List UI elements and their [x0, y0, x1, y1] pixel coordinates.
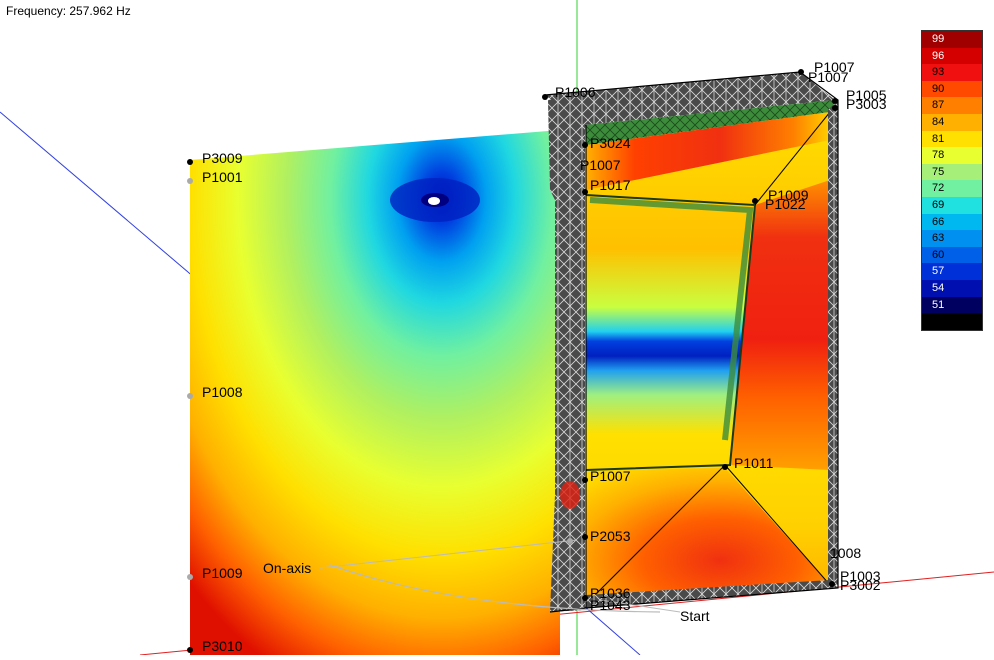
marker-p1009[interactable] — [187, 574, 193, 580]
legend-swatch — [922, 163, 982, 181]
legend-swatch — [922, 280, 982, 297]
label-p3009: P3009 — [202, 150, 243, 166]
3d-viewport[interactable]: P3009 P1001 P1008 P1009 P3010 P1006 P100… — [0, 0, 994, 656]
label-p1022: P1022 — [765, 196, 806, 212]
legend-swatch — [922, 197, 982, 214]
label-p1006: P1006 — [555, 84, 596, 100]
label-p1001: P1001 — [202, 169, 243, 185]
label-p1017: P1017 — [590, 177, 631, 193]
marker-p1011[interactable] — [722, 464, 728, 470]
legend-tick-label: 78 — [932, 149, 945, 162]
legend-tick-label: 87 — [932, 99, 945, 112]
legend-tick-label: 75 — [932, 165, 945, 178]
label-on-axis: On-axis — [263, 560, 311, 576]
label-p3010: P3010 — [202, 638, 243, 654]
label-p3002: P3002 — [840, 577, 881, 593]
cabinet-right-mesh — [828, 100, 838, 585]
legend-swatch — [922, 246, 982, 264]
legend-swatch — [922, 31, 982, 48]
legend-swatch — [922, 47, 982, 65]
legend-swatch — [922, 64, 982, 81]
legend-tick-label: 81 — [932, 132, 945, 145]
legend-tick-label: 63 — [932, 232, 945, 245]
legend-swatch — [922, 263, 982, 280]
frequency-readout: Frequency: 257.962 Hz — [6, 4, 131, 18]
legend-tick-label: 69 — [932, 199, 945, 211]
marker-p3044[interactable] — [582, 142, 588, 148]
legend-tick-label: 54 — [932, 282, 945, 294]
label-p3003: P3003 — [846, 96, 887, 112]
legend-tick-label: 93 — [932, 66, 945, 79]
label-p3044: P3024 — [590, 135, 631, 151]
marker-p1006[interactable] — [542, 94, 548, 100]
legend-bottom-swatch — [922, 313, 982, 330]
legend-tick-label: 90 — [932, 82, 945, 95]
pressure-field-plane — [190, 130, 560, 655]
legend-tick-label: 96 — [932, 49, 945, 62]
marker-p1036[interactable] — [582, 595, 588, 601]
legend-swatch — [922, 97, 982, 114]
marker-p1003[interactable] — [829, 581, 835, 587]
marker-p1005[interactable] — [832, 98, 838, 104]
z-axis-line — [0, 111, 196, 279]
marker-p3003[interactable] — [832, 105, 838, 111]
label-p1043: P1043 — [590, 597, 631, 613]
legend-swatch — [922, 180, 982, 197]
label-p1008: P1008 — [202, 384, 243, 400]
legend-tick-label: 84 — [932, 116, 945, 128]
marker-on-axis[interactable] — [567, 538, 573, 544]
legend-swatch — [922, 130, 982, 148]
legend-swatch — [922, 213, 982, 231]
label-p1007-top-b: P1007 — [808, 69, 849, 85]
label-p1009: P1009 — [202, 565, 243, 581]
marker-p1001[interactable] — [187, 178, 193, 184]
marker-p3009[interactable] — [187, 159, 193, 165]
legend-swatch — [922, 296, 982, 314]
marker-p1022[interactable] — [752, 198, 758, 204]
marker-p1008-right[interactable] — [582, 477, 588, 483]
legend-tick-label: 57 — [932, 265, 945, 278]
marker-p1008[interactable] — [187, 393, 193, 399]
label-p1007-mid: P1007 — [580, 157, 621, 173]
label-start: Start — [680, 608, 710, 624]
legend-swatch — [922, 114, 982, 131]
pressure-minimum-hole — [428, 197, 440, 205]
legend-tick-label: 99 — [932, 33, 945, 45]
legend-swatch — [922, 80, 982, 98]
label-p1008-br: 1008 — [830, 545, 861, 561]
scene-svg[interactable]: P3009 P1001 P1008 P1009 P3010 P1006 P100… — [0, 0, 994, 656]
label-p1008-right: P1007 — [590, 468, 631, 484]
label-p2053: P2053 — [590, 528, 631, 544]
marker-p3010[interactable] — [187, 647, 193, 653]
marker-p1017[interactable] — [582, 189, 588, 195]
marker-p1007-top[interactable] — [798, 69, 804, 75]
legend-tick-label: 66 — [932, 215, 945, 228]
legend-tick-label: 60 — [932, 248, 945, 261]
legend-tick-label: 72 — [932, 182, 945, 195]
baffle-hotspot — [560, 481, 580, 509]
color-legend: 99 96 93 90 87 84 81 78 75 72 69 66 63 60 57 54 51 — [921, 30, 983, 331]
label-p1011: P1011 — [734, 455, 774, 471]
legend-swatch — [922, 230, 982, 247]
marker-p2053[interactable] — [582, 534, 588, 540]
legend-swatch — [922, 147, 982, 164]
legend-tick-label: 51 — [932, 298, 945, 311]
